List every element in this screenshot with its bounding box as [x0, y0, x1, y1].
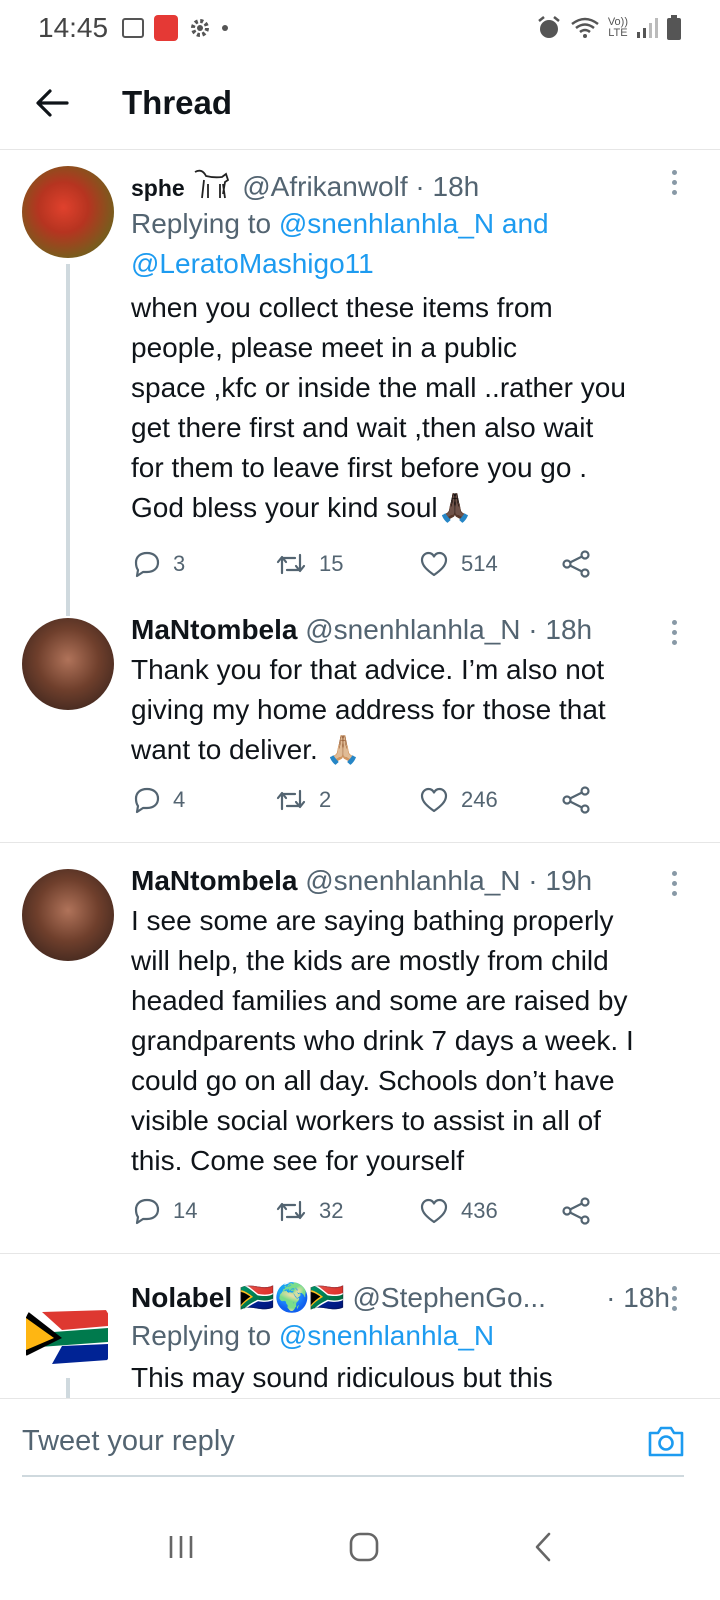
mention-link[interactable]: @LeratoMashigo11 [131, 248, 374, 279]
status-bar: 14:45 Vo)) LTE [0, 0, 720, 56]
reply-input[interactable]: Tweet your reply [22, 1425, 235, 1458]
avatar[interactable] [22, 166, 114, 258]
tweet-actions: 14 32 436 [133, 1191, 613, 1231]
retweet-button[interactable]: 2 [275, 787, 419, 813]
reply-input-underline [22, 1475, 684, 1477]
reply-button[interactable]: 4 [133, 786, 275, 814]
heart-icon [420, 1198, 448, 1224]
camera-icon[interactable] [646, 1423, 686, 1459]
retweet-count: 15 [319, 551, 344, 576]
gallery-icon [122, 18, 145, 38]
reply-button[interactable]: 14 [133, 1197, 275, 1225]
like-count: 436 [461, 1198, 498, 1223]
reply-icon [134, 551, 160, 578]
avatar[interactable] [22, 618, 114, 710]
avatar[interactable] [22, 869, 114, 961]
reply-count: 3 [173, 551, 186, 576]
south-africa-flag-avatar [24, 1302, 110, 1368]
like-button[interactable]: 246 [419, 786, 561, 814]
mention-link[interactable]: @snenhlanhla_N [279, 208, 494, 239]
like-count: 514 [461, 551, 498, 576]
replying-to: Replying to @snenhlanhla_N [131, 1320, 495, 1351]
back-button[interactable] [28, 79, 76, 127]
mention-link[interactable]: @snenhlanhla_N [279, 1320, 494, 1351]
reply-icon [134, 1198, 160, 1225]
avatar[interactable] [22, 1290, 114, 1382]
thread-connector [66, 1378, 70, 1398]
reply-icon [134, 787, 160, 814]
retweet-count: 2 [319, 787, 332, 812]
author-name[interactable]: MaNtombela [131, 865, 297, 896]
reply-count: 14 [173, 1198, 198, 1223]
share-icon [562, 550, 590, 578]
tweet-actions: 4 2 246 [133, 780, 613, 820]
author-name[interactable]: Nolabel 🇿🇦🌍🇿🇦 [131, 1280, 345, 1316]
recent-apps-icon[interactable] [166, 1533, 196, 1561]
like-count: 246 [461, 787, 498, 812]
author-handle[interactable]: @snenhlanhla_N · 19h [305, 865, 592, 896]
tweet-text: I see some are saying bathing properly w… [131, 905, 634, 1176]
more-notifications-icon [222, 25, 229, 31]
share-icon [562, 1197, 590, 1225]
status-time: 14:45 [38, 12, 109, 43]
retweet-count: 32 [319, 1198, 344, 1223]
tweet[interactable]: Nolabel 🇿🇦🌍🇿🇦 @StephenGo... · 18h Replyi… [0, 1254, 720, 1398]
retweet-icon [276, 553, 306, 575]
tweet-text: when you collect these items from people… [131, 292, 626, 523]
thread-connector [66, 264, 70, 616]
tweet[interactable]: sphe @Afrikanwolf · 18h Replying to @sne… [0, 150, 720, 620]
heart-icon [420, 551, 448, 577]
app-notification-icon [154, 15, 179, 41]
share-button[interactable] [561, 1197, 591, 1225]
tweet-text: This may sound ridiculous but this [131, 1362, 553, 1393]
author-name[interactable]: MaNtombela [131, 614, 297, 645]
reply-button[interactable]: 3 [133, 550, 275, 578]
like-button[interactable]: 514 [419, 550, 561, 578]
nav-back-icon[interactable] [532, 1531, 554, 1563]
goat-emoji-icon [195, 169, 230, 199]
tweet[interactable]: MaNtombela @snenhlanhla_N · 19h I see so… [0, 843, 720, 1253]
page-title: Thread [122, 83, 233, 121]
tweet-time[interactable]: · 18h [606, 1280, 670, 1316]
author-handle[interactable]: @snenhlanhla_N · 18h [305, 614, 592, 645]
mention-and[interactable]: and [502, 208, 549, 239]
author-handle[interactable]: @StephenGo... [353, 1280, 546, 1316]
reply-composer: Tweet your reply [0, 1398, 720, 1494]
alarm-icon [538, 16, 560, 38]
gear-icon [191, 19, 210, 37]
retweet-button[interactable]: 32 [275, 1198, 419, 1224]
heart-icon [420, 787, 448, 813]
retweet-icon [276, 789, 306, 811]
share-button[interactable] [561, 786, 591, 814]
author-name[interactable]: sphe [131, 175, 185, 201]
replying-to: Replying to @snenhlanhla_N and @LeratoMa… [131, 208, 549, 279]
retweet-icon [276, 1200, 306, 1222]
share-icon [562, 786, 590, 814]
wifi-icon [571, 17, 599, 38]
reply-count: 4 [173, 787, 186, 812]
author-handle[interactable]: @Afrikanwolf · 18h [242, 171, 479, 202]
signal-icon [637, 18, 658, 38]
back-arrow-icon [36, 88, 69, 117]
retweet-button[interactable]: 15 [275, 551, 419, 577]
tweet[interactable]: MaNtombela @snenhlanhla_N · 18h Thank yo… [0, 600, 720, 842]
home-icon[interactable] [348, 1531, 380, 1563]
battery-icon [667, 15, 681, 40]
tweet-actions: 3 15 514 [133, 544, 613, 584]
like-button[interactable]: 436 [419, 1197, 561, 1225]
tweet-text: Thank you for that advice. I’m also not … [131, 654, 606, 765]
thread-header: Thread [0, 56, 720, 150]
system-nav-bar [0, 1494, 720, 1600]
share-button[interactable] [561, 550, 591, 578]
volte-indicator: Vo)) LTE [607, 16, 628, 39]
